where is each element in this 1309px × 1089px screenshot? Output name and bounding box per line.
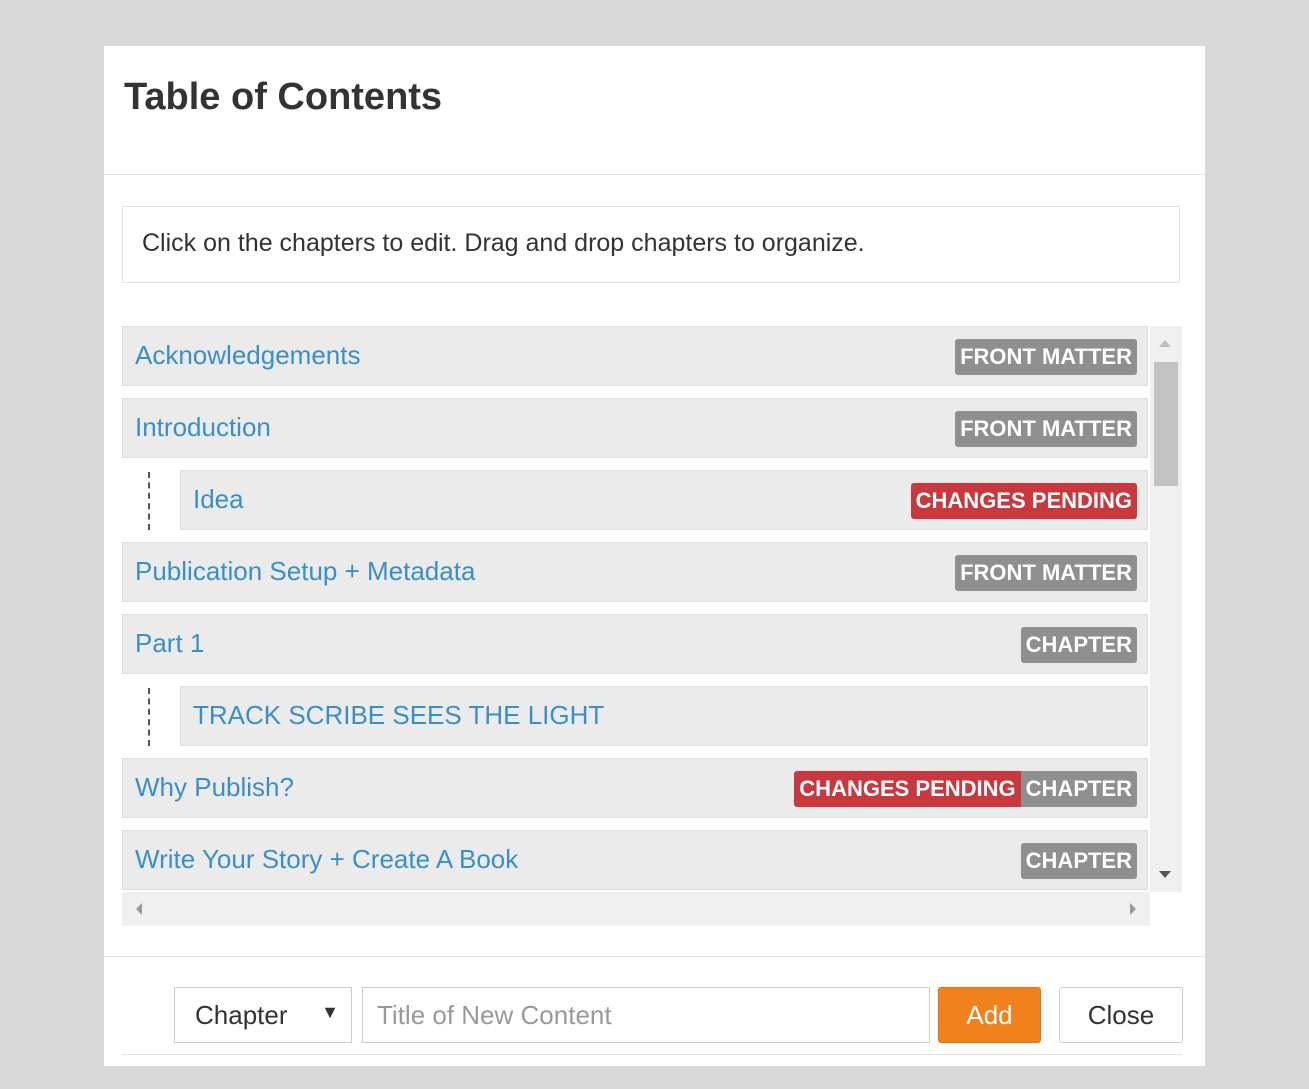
toc-item-label[interactable]: Introduction <box>135 412 271 443</box>
nesting-guide <box>148 688 150 746</box>
toc-item-label[interactable]: Acknowledgements <box>135 340 360 371</box>
toc-item-badges: CHANGES PENDING CHAPTER <box>794 771 1137 807</box>
toc-item[interactable]: Part 1 CHAPTER <box>122 614 1148 674</box>
scroll-right-icon[interactable] <box>1130 903 1136 915</box>
caret-down-icon: ▼ <box>321 1002 339 1022</box>
toc-item-badges: CHANGES PENDING <box>910 483 1137 519</box>
chapter-badge: CHAPTER <box>1020 627 1137 663</box>
scroll-left-icon[interactable] <box>136 903 142 915</box>
toc-item-badges: CHAPTER <box>1020 843 1137 879</box>
horizontal-scrollbar[interactable] <box>122 892 1150 926</box>
scroll-up-icon[interactable] <box>1159 340 1171 347</box>
toc-item-badges: FRONT MATTER <box>955 411 1137 447</box>
toc-item-badges: FRONT MATTER <box>955 339 1137 375</box>
toc-item-label[interactable]: Write Your Story + Create A Book <box>135 844 518 875</box>
toc-subitem[interactable]: TRACK SCRIBE SEES THE LIGHT <box>180 686 1148 746</box>
changes-pending-badge: CHANGES PENDING <box>910 483 1137 519</box>
help-text: Click on the chapters to edit. Drag and … <box>122 206 1180 283</box>
content-type-select[interactable]: Chapter ▼ <box>174 987 352 1043</box>
modal-title: Table of Contents <box>124 76 443 118</box>
divider <box>122 1054 1182 1055</box>
modal-footer: Chapter ▼ Add Close <box>104 956 1205 1067</box>
chapter-badge: CHAPTER <box>1020 771 1137 807</box>
chapter-badge: CHAPTER <box>1020 843 1137 879</box>
toc-item-badges: CHAPTER <box>1020 627 1137 663</box>
front-matter-badge: FRONT MATTER <box>955 555 1137 591</box>
toc-subitem[interactable]: Idea CHANGES PENDING <box>180 470 1148 530</box>
new-content-title-input[interactable] <box>362 987 930 1043</box>
toc-item[interactable]: Write Your Story + Create A Book CHAPTER <box>122 830 1148 890</box>
scroll-down-icon[interactable] <box>1159 871 1171 878</box>
content-type-value: Chapter <box>195 1000 288 1030</box>
modal-header: Table of Contents <box>104 46 1205 175</box>
toc-item-badges: FRONT MATTER <box>955 555 1137 591</box>
toc-item-label[interactable]: Part 1 <box>135 628 204 659</box>
add-button[interactable]: Add <box>938 987 1041 1043</box>
toc-list[interactable]: Acknowledgements FRONT MATTER Introducti… <box>122 326 1182 926</box>
toc-item[interactable]: Introduction FRONT MATTER <box>122 398 1148 458</box>
front-matter-badge: FRONT MATTER <box>955 411 1137 447</box>
toc-item-label[interactable]: Why Publish? <box>135 772 294 803</box>
vertical-scrollbar[interactable] <box>1150 326 1182 892</box>
toc-item-label[interactable]: Idea <box>193 484 244 515</box>
nesting-guide <box>148 472 150 530</box>
changes-pending-badge: CHANGES PENDING <box>794 771 1021 807</box>
front-matter-badge: FRONT MATTER <box>955 339 1137 375</box>
scroll-thumb[interactable] <box>1154 362 1178 486</box>
toc-item[interactable]: Acknowledgements FRONT MATTER <box>122 326 1148 386</box>
toc-item-label[interactable]: Publication Setup + Metadata <box>135 556 475 587</box>
toc-item[interactable]: Publication Setup + Metadata FRONT MATTE… <box>122 542 1148 602</box>
close-button[interactable]: Close <box>1059 987 1183 1043</box>
toc-item[interactable]: Why Publish? CHANGES PENDING CHAPTER <box>122 758 1148 818</box>
toc-item-label[interactable]: TRACK SCRIBE SEES THE LIGHT <box>193 700 604 731</box>
